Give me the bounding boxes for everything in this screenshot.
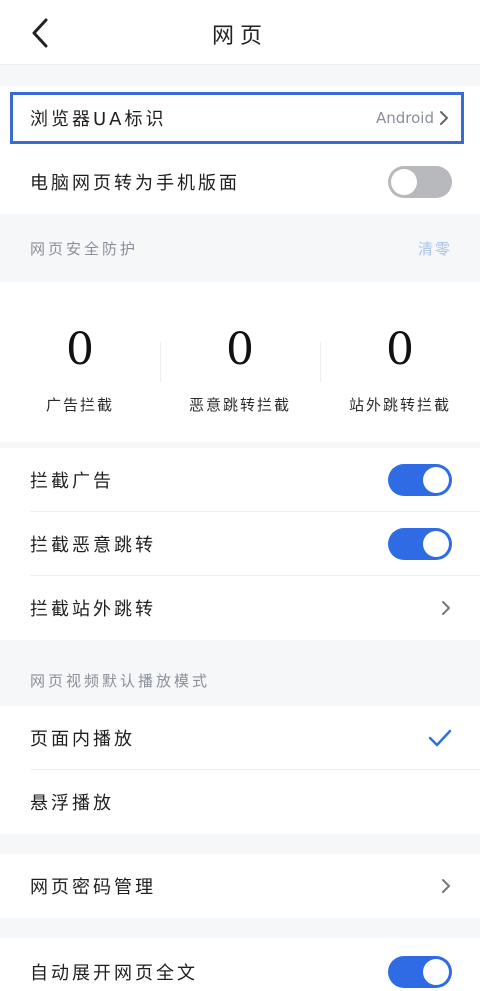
video-section-title: 网页视频默认播放模式 — [30, 672, 211, 690]
video-option-floating[interactable]: 悬浮播放 — [0, 770, 480, 834]
video-option-floating-label: 悬浮播放 — [30, 793, 114, 814]
toggle-knob — [423, 959, 449, 985]
video-option-inline[interactable]: 页面内播放 — [0, 706, 480, 770]
auto-expand-label: 自动展开网页全文 — [30, 963, 198, 984]
block-external-label: 拦截站外跳转 — [30, 599, 156, 620]
stat-malicious: 0 恶意跳转拦截 — [160, 282, 320, 432]
toggle-knob — [423, 467, 449, 493]
auto-expand-toggle[interactable] — [388, 956, 452, 988]
stat-malicious-value: 0 — [226, 324, 254, 375]
toggle-knob — [423, 531, 449, 557]
clear-button[interactable]: 清零 — [418, 238, 452, 259]
stat-external: 0 站外跳转拦截 — [320, 282, 480, 432]
ua-row[interactable]: 浏览器UA标识 Android — [0, 86, 480, 150]
stat-ads-label: 广告拦截 — [45, 396, 114, 414]
block-malicious-row: 拦截恶意跳转 — [0, 512, 480, 576]
page-title: 网页 — [211, 24, 268, 49]
block-ads-label: 拦截广告 — [30, 471, 114, 492]
block-malicious-toggle[interactable] — [388, 528, 452, 560]
auto-expand-row: 自动展开网页全文 — [0, 938, 480, 991]
pc-to-mobile-toggle[interactable] — [388, 166, 452, 198]
video-option-inline-label: 页面内播放 — [30, 729, 135, 750]
ua-value: Android — [376, 109, 434, 127]
password-manager-label: 网页密码管理 — [30, 877, 156, 898]
checkmark-icon — [428, 729, 452, 747]
stat-ads: 0 广告拦截 — [0, 282, 160, 432]
stat-external-value: 0 — [386, 324, 414, 375]
toggle-knob — [391, 169, 417, 195]
block-ads-toggle[interactable] — [388, 464, 452, 496]
password-manager-row[interactable]: 网页密码管理 — [0, 854, 480, 918]
pc-to-mobile-row: 电脑网页转为手机版面 — [0, 150, 480, 214]
security-stats: 0 广告拦截 0 恶意跳转拦截 0 站外跳转拦截 — [0, 282, 480, 442]
block-malicious-label: 拦截恶意跳转 — [30, 535, 156, 556]
header-bar: 网页 — [0, 0, 480, 65]
stat-ads-value: 0 — [66, 324, 94, 375]
block-external-row[interactable]: 拦截站外跳转 — [0, 576, 480, 640]
stat-malicious-label: 恶意跳转拦截 — [188, 396, 291, 414]
chevron-right-icon — [442, 879, 450, 893]
chevron-right-icon — [440, 111, 448, 125]
stat-external-label: 站外跳转拦截 — [348, 396, 451, 414]
chevron-right-icon — [442, 601, 450, 615]
pc-to-mobile-label: 电脑网页转为手机版面 — [30, 173, 240, 194]
ua-label: 浏览器UA标识 — [30, 109, 167, 130]
security-section-title: 网页安全防护 — [30, 240, 139, 258]
block-ads-row: 拦截广告 — [0, 448, 480, 512]
